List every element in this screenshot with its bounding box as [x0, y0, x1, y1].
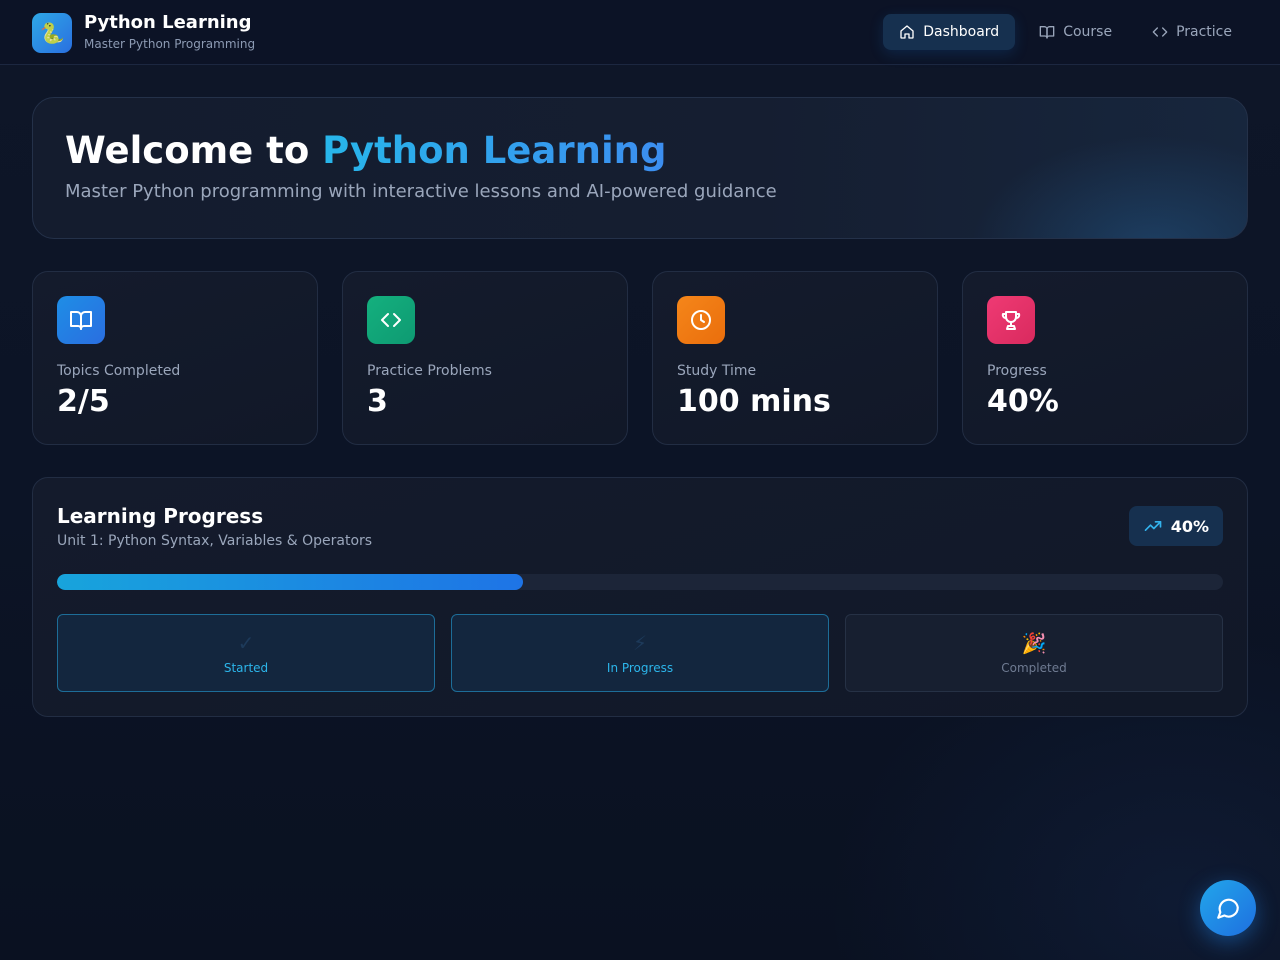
nav-dashboard[interactable]: Dashboard: [883, 14, 1016, 50]
welcome-title-prefix: Welcome to: [65, 129, 323, 172]
chat-bubble-icon: [1217, 898, 1239, 919]
stat-value: 2/5: [57, 384, 110, 419]
clock-icon: [691, 310, 711, 330]
brand[interactable]: 🐍 Python Learning Master Python Programm…: [32, 12, 255, 53]
stat-label: Practice Problems: [367, 363, 492, 379]
brand-text: Python Learning Master Python Programmin…: [84, 12, 255, 53]
stat-card-topics: Topics Completed 2/5: [32, 271, 318, 445]
nav-course[interactable]: Course: [1023, 14, 1128, 50]
nav-practice-label: Practice: [1176, 24, 1232, 40]
welcome-banner: Welcome to Python Learning Master Python…: [32, 97, 1248, 239]
progress-bar-fill: [57, 574, 524, 590]
home-icon: [900, 25, 914, 39]
stat-value: 40%: [987, 384, 1059, 419]
trending-up-icon: [1144, 521, 1162, 531]
welcome-subtitle: Master Python programming with interacti…: [65, 181, 777, 202]
stat-value: 3: [367, 384, 388, 419]
stage-label: In Progress: [606, 661, 674, 675]
ai-chat-button[interactable]: [1200, 880, 1256, 936]
trophy-icon: [1001, 311, 1021, 330]
learning-progress-title: Learning Progress: [57, 504, 264, 528]
nav-course-label: Course: [1063, 24, 1113, 40]
nav-practice[interactable]: Practice: [1136, 14, 1248, 50]
welcome-title: Welcome to Python Learning: [65, 130, 666, 172]
stat-card-progress: Progress 40%: [962, 271, 1248, 445]
app-subtitle: Master Python Programming: [84, 37, 256, 51]
progress-percent-value: 40%: [1170, 516, 1209, 536]
python-logo-icon: 🐍: [32, 12, 72, 53]
progress-percent-badge: 40%: [1128, 506, 1223, 546]
nav-dashboard-label: Dashboard: [923, 24, 1000, 40]
stage-in-progress: ⚡ In Progress: [451, 614, 829, 692]
party-popper-icon: 🎉: [1021, 631, 1047, 655]
stat-card-study-time: Study Time 100 mins: [652, 271, 938, 445]
check-icon: ✓: [237, 631, 255, 655]
stat-label: Topics Completed: [57, 363, 181, 379]
stat-card-practice: Practice Problems 3: [342, 271, 628, 445]
code-icon: [1152, 27, 1168, 37]
book-open-icon: [1039, 26, 1055, 39]
stage-completed: 🎉 Completed: [845, 614, 1223, 692]
stage-label: Completed: [1001, 661, 1067, 675]
stage-label: Started: [223, 661, 269, 675]
learning-progress-unit: Unit 1: Python Syntax, Variables & Opera…: [57, 533, 373, 549]
book-open-icon: [70, 311, 92, 330]
stat-value: 100 mins: [677, 384, 831, 419]
app-title: Python Learning: [84, 12, 252, 33]
welcome-title-accent: Python Learning: [322, 129, 667, 172]
stat-icon-practice: [367, 296, 415, 344]
learning-progress-panel: Learning Progress Unit 1: Python Syntax,…: [32, 477, 1248, 717]
top-navbar: 🐍 Python Learning Master Python Programm…: [0, 0, 1280, 65]
progress-stages: ✓ Started ⚡ In Progress 🎉 Completed: [57, 614, 1223, 692]
main-nav: Dashboard Course Practice: [883, 14, 1248, 50]
stage-started: ✓ Started: [57, 614, 435, 692]
stat-icon-progress: [987, 296, 1035, 344]
stat-icon-study-time: [677, 296, 725, 344]
stat-label: Study Time: [677, 363, 757, 379]
lightning-icon: ⚡: [632, 631, 648, 655]
code-icon: [381, 313, 401, 327]
stat-label: Progress: [987, 363, 1047, 379]
stats-row: Topics Completed 2/5 Practice Problems 3…: [32, 271, 1248, 445]
progress-bar: [57, 574, 1223, 590]
stat-icon-topics: [57, 296, 105, 344]
